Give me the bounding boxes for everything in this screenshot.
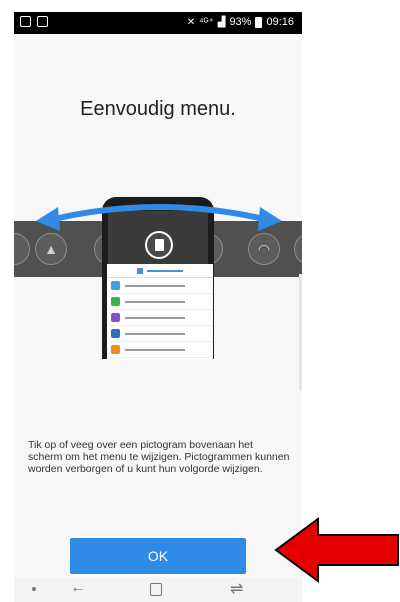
home-icon[interactable] [150,583,162,596]
red-arrow-icon [274,517,399,583]
list-item [107,294,213,310]
signal-text: ⁴ᴳ⁺ [199,16,214,28]
status-bar: ✕ ⁴ᴳ⁺ ▟ 93% 09:16 [14,12,302,34]
ok-button[interactable]: OK [70,538,246,574]
battery-percent: 93% [229,16,252,28]
mute-icon: ✕ [186,16,196,28]
clock: 09:16 [266,16,294,28]
list-item [107,342,213,358]
phone-screen: ✕ ⁴ᴳ⁺ ▟ 93% 09:16 Eenvoudig menu. ▲ ◆ ▢ … [14,12,302,602]
recent-apps-icon[interactable]: ⇌ [230,579,243,599]
dot-icon[interactable] [32,587,36,591]
notification-icon [20,16,31,27]
swipe-arrow-icon [36,204,282,231]
menu-preview [107,264,213,359]
battery-icon [255,16,263,28]
image-icon [37,16,48,27]
panel-edge [299,274,302,390]
signal-icon: ▟ [217,16,226,28]
drive-icon[interactable]: ▲ [35,233,67,265]
navigation-bar: ← ⇌ [14,578,302,602]
wifi-icon[interactable]: ◠ [248,233,280,265]
page-title: Eenvoudig menu. [80,98,236,120]
document-icon[interactable] [145,231,173,259]
description-text: Tik op of veeg over een pictogram bovena… [28,439,290,475]
partial-icon-right[interactable] [294,233,302,265]
list-item [107,310,213,326]
list-item [107,278,213,294]
list-item [107,326,213,342]
partial-icon[interactable] [14,233,30,265]
back-icon[interactable]: ← [70,579,86,597]
